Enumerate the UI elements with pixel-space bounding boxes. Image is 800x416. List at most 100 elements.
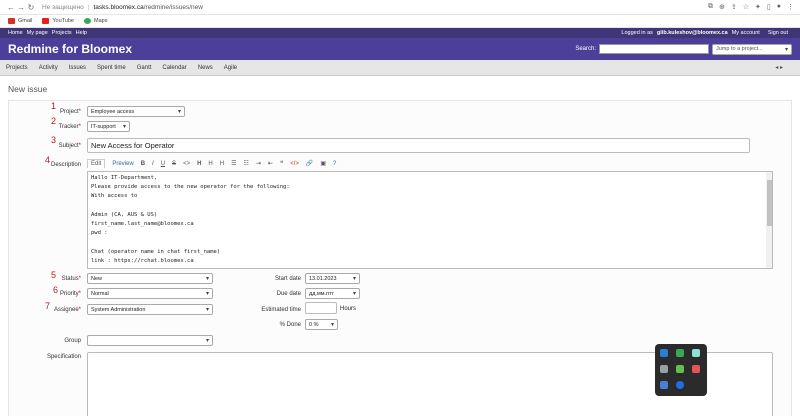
- tab-agile[interactable]: Agile: [224, 65, 237, 71]
- bold-icon[interactable]: B: [141, 161, 145, 167]
- underline-icon[interactable]: U: [161, 161, 165, 167]
- app-green-icon[interactable]: [676, 349, 684, 357]
- indent-icon[interactable]: ⇥: [256, 160, 261, 167]
- priority-label: Priority*: [59, 291, 81, 297]
- extensions-icon[interactable]: ✦: [755, 3, 761, 11]
- menu-icon[interactable]: ⋮: [787, 3, 794, 11]
- italic-icon[interactable]: I: [152, 161, 154, 167]
- estimated-time-input[interactable]: [305, 302, 337, 314]
- help-icon[interactable]: ?: [333, 161, 336, 167]
- outdent-icon[interactable]: ⇤: [268, 160, 273, 167]
- page-title: New issue: [8, 84, 48, 94]
- url-host: tasks.bloomex.ca: [93, 3, 144, 11]
- app-lime-icon[interactable]: [676, 365, 684, 373]
- menu-scroll-arrows[interactable]: ◂ ▸: [775, 64, 783, 71]
- logged-in-prefix: Logged in as: [621, 30, 653, 36]
- code-block-icon[interactable]: </>: [290, 161, 299, 167]
- bookmark-youtube[interactable]: YouTube: [42, 18, 74, 24]
- star-icon[interactable]: ☆: [743, 3, 749, 11]
- new-issue-form: 1 Project* Employee access 2 Tracker* IT…: [8, 100, 792, 416]
- due-date-label: Due date: [276, 291, 301, 297]
- translate-icon[interactable]: ⧉: [708, 3, 713, 11]
- status-label: Status*: [61, 276, 81, 282]
- search-input[interactable]: [599, 44, 709, 54]
- app-red-icon[interactable]: [692, 365, 700, 373]
- image-icon[interactable]: ▣: [320, 160, 326, 167]
- heading-3-icon[interactable]: H: [220, 161, 224, 167]
- my-account-link[interactable]: My account: [732, 30, 760, 36]
- tab-projects[interactable]: Projects: [6, 65, 28, 71]
- sidebar-icon[interactable]: ▯: [767, 3, 771, 11]
- heading-1-icon[interactable]: H: [197, 161, 201, 167]
- app-blue-icon[interactable]: [660, 381, 668, 389]
- done-select[interactable]: 0 %: [305, 319, 338, 330]
- editor-toolbar: Edit Preview B I U S <> H H H ☰ ☷ ⇥ ⇤ ❝ …: [87, 159, 336, 168]
- url-path: /redmine/issues/new: [143, 3, 203, 11]
- reload-icon[interactable]: ↻: [26, 3, 36, 12]
- tab-calendar[interactable]: Calendar: [162, 65, 186, 71]
- specification-label: Specification: [46, 354, 81, 360]
- editor-scrollbar-thumb[interactable]: [766, 180, 772, 226]
- bookmark-gmail[interactable]: Gmail: [8, 18, 32, 24]
- description-textarea[interactable]: Hallo IT-Department, Please provide acce…: [87, 171, 773, 269]
- zoom-icon[interactable]: ⊕: [719, 3, 725, 11]
- link-icon[interactable]: 🔗: [306, 160, 313, 167]
- tracker-label: Tracker*: [58, 124, 81, 130]
- search-label: Search:: [575, 46, 596, 52]
- top-menu-home[interactable]: Home: [8, 30, 23, 36]
- url-field[interactable]: Не защищено | tasks.bloomex.ca/redmine/i…: [42, 4, 203, 11]
- subject-input[interactable]: New Access for Operator: [87, 138, 750, 153]
- tab-spent-time[interactable]: Spent time: [97, 65, 126, 71]
- ordered-list-icon[interactable]: ☷: [244, 160, 249, 167]
- share-icon[interactable]: ⇪: [731, 3, 737, 11]
- jump-to-project-select[interactable]: Jump to a project...: [712, 43, 792, 55]
- unordered-list-icon[interactable]: ☰: [231, 160, 236, 167]
- sign-out-link[interactable]: Sign out: [768, 30, 788, 36]
- network-icon[interactable]: [660, 349, 668, 357]
- quote-icon[interactable]: ❝: [280, 160, 283, 167]
- security-warning: Не защищено: [42, 3, 84, 11]
- strikethrough-icon[interactable]: S: [172, 161, 176, 167]
- start-date-input[interactable]: 13.01.2023: [305, 273, 360, 284]
- keyboard-icon[interactable]: [660, 365, 668, 373]
- tab-activity[interactable]: Activity: [39, 65, 58, 71]
- bookmark-maps[interactable]: Maps: [84, 18, 107, 24]
- top-menu-my-page[interactable]: My page: [27, 30, 48, 36]
- tab-edit[interactable]: Edit: [87, 159, 106, 168]
- youtube-icon: [42, 18, 50, 24]
- hours-unit: Hours: [340, 306, 357, 312]
- top-menu: Home My page Projects Help Logged in as …: [0, 28, 800, 38]
- editor-scrollbar[interactable]: [766, 172, 772, 268]
- browser-address-bar: ← → ↻ Не защищено | tasks.bloomex.ca/red…: [0, 0, 800, 15]
- profile-icon[interactable]: ●: [777, 3, 781, 11]
- bluetooth-icon[interactable]: [676, 381, 684, 389]
- top-menu-projects[interactable]: Projects: [52, 30, 72, 36]
- app-teal-icon[interactable]: [692, 349, 700, 357]
- tracker-select[interactable]: IT-support: [87, 121, 130, 132]
- subject-label: Subject*: [58, 143, 81, 149]
- inline-code-icon[interactable]: <>: [183, 161, 190, 167]
- site-title[interactable]: Redmine for Bloomex: [8, 42, 132, 56]
- description-label: Description: [50, 162, 81, 168]
- group-label: Group: [64, 338, 81, 344]
- priority-select[interactable]: Normal: [87, 288, 213, 299]
- assignee-label: Assignee*: [53, 307, 81, 313]
- top-menu-help[interactable]: Help: [76, 30, 87, 36]
- heading-2-icon[interactable]: H: [208, 161, 212, 167]
- tab-preview[interactable]: Preview: [112, 161, 133, 167]
- assignee-select[interactable]: System Administration: [87, 304, 213, 315]
- back-icon[interactable]: ←: [6, 3, 16, 12]
- main-menu: Projects Activity Issues Spent time Gant…: [0, 60, 800, 76]
- tab-issues[interactable]: Issues: [69, 65, 86, 71]
- group-select[interactable]: [87, 335, 213, 346]
- header: Redmine for Bloomex Search: Jump to a pr…: [0, 38, 800, 60]
- tab-news[interactable]: News: [198, 65, 213, 71]
- logged-in-user[interactable]: glib.kuleshov@bloomex.ca: [657, 30, 728, 36]
- tab-gantt[interactable]: Gantt: [137, 65, 152, 71]
- project-label: Project*: [59, 109, 81, 115]
- status-select[interactable]: New: [87, 273, 213, 284]
- done-label: % Done: [279, 322, 301, 328]
- due-date-input[interactable]: дд.мм.гггг: [305, 288, 360, 299]
- forward-icon[interactable]: →: [16, 3, 26, 12]
- project-select[interactable]: Employee access: [87, 106, 185, 117]
